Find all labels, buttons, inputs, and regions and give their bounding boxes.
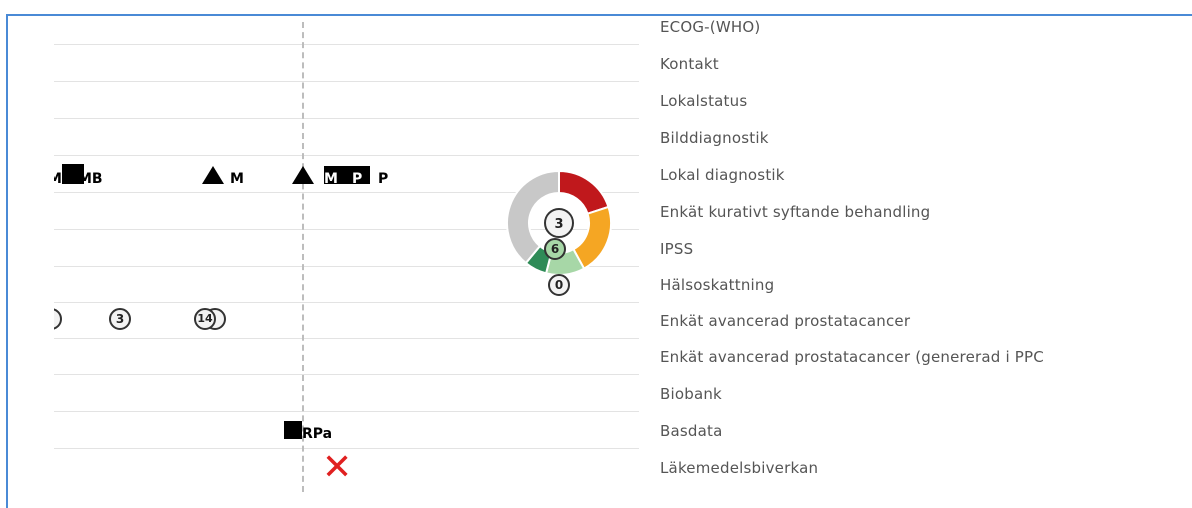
lakemedel-cross-icon[interactable]: ✕ xyxy=(322,450,352,486)
row-label-enkat-kurativt: Enkät kurativt syftande behandling xyxy=(660,203,931,221)
donut-center-value: 3 xyxy=(554,217,563,232)
lokal-marker-c3[interactable]: P xyxy=(378,172,388,186)
today-marker-line xyxy=(302,22,304,492)
row-label-enkat-avancerad: Enkät avancerad prostatacancer xyxy=(660,312,911,330)
row-separator xyxy=(54,302,639,303)
enkat-donut-chart[interactable]: 3 xyxy=(506,170,612,276)
avancerad-badge-partial[interactable] xyxy=(54,308,62,330)
row-label-ecog: ECOG-(WHO) xyxy=(660,18,761,36)
lokal-marker-b[interactable]: M xyxy=(230,172,244,186)
avancerad-badge-1[interactable]: 3 xyxy=(109,308,131,330)
row-label-lokal-diagnostik: Lokal diagnostik xyxy=(660,166,785,184)
row-separator xyxy=(54,155,639,156)
donut-segment[interactable] xyxy=(558,170,610,215)
row-label-lokalstatus: Lokalstatus xyxy=(660,92,748,110)
lokal-marker-c[interactable]: M xyxy=(324,172,338,186)
lokal-marker-c2[interactable]: P xyxy=(352,172,362,186)
row-label-lakemedelsbiverkan: Läkemedelsbiverkan xyxy=(660,459,819,477)
lokal-triangle-marker-today[interactable] xyxy=(292,166,314,184)
row-separator xyxy=(54,81,639,82)
row-label-ipss: IPSS xyxy=(660,240,694,258)
row-separator xyxy=(54,338,639,339)
row-separator xyxy=(54,44,639,45)
row-label-basdata: Basdata xyxy=(660,422,723,440)
row-label-biobank: Biobank xyxy=(660,385,722,403)
avancerad-badge-2[interactable]: 14 xyxy=(194,308,216,330)
row-label-halsoskattning: Hälsoskattning xyxy=(660,276,775,294)
row-label-kontakt: Kontakt xyxy=(660,55,719,73)
row-separator xyxy=(54,374,639,375)
basdata-marker[interactable] xyxy=(284,421,302,439)
lokal-marker-a2[interactable]: MB xyxy=(78,172,103,186)
basdata-label[interactable]: RPa xyxy=(302,427,332,441)
row-separator xyxy=(54,118,639,119)
lokal-marker-a[interactable]: M xyxy=(54,172,62,186)
ipss-value-badge[interactable]: 6 xyxy=(544,238,566,260)
timeline-area: M MB M M P P 3 6 0 3 14 RPa ✕ xyxy=(54,22,639,492)
row-label-bilddiagnostik: Bilddiagnostik xyxy=(660,129,769,147)
row-label-enkat-avancerad-ppc: Enkät avancerad prostatacancer (generera… xyxy=(660,348,1044,366)
lokal-triangle-marker[interactable] xyxy=(202,166,224,184)
halsoskattning-value-badge[interactable]: 0 xyxy=(548,274,570,296)
row-separator xyxy=(54,411,639,412)
